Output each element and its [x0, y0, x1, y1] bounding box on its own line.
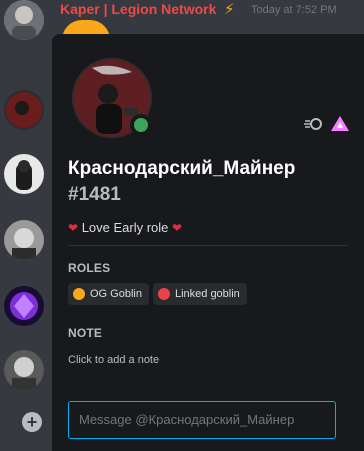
member-avatar[interactable]	[4, 90, 44, 130]
about-me-text: Love Early role	[81, 220, 169, 235]
role-color-dot	[157, 288, 170, 300]
hypesquad-badge-icon[interactable]	[330, 114, 350, 134]
plus-icon[interactable]: +	[22, 412, 42, 432]
message-timestamp: Today at 7:52 PM	[251, 4, 337, 16]
heart-icon: ❤	[172, 221, 183, 235]
profile-badges	[304, 114, 350, 134]
author-name[interactable]: Kaper | Legion Network	[60, 1, 216, 17]
online-status-indicator	[130, 114, 152, 136]
lightning-icon: ⚡	[224, 1, 235, 18]
profile-discriminator: #1481	[68, 184, 121, 205]
profile-username: Краснодарский_Майнер	[68, 158, 296, 179]
nitro-badge-icon[interactable]	[304, 114, 324, 134]
member-avatar[interactable]	[4, 350, 44, 390]
note-heading: NOTE	[68, 326, 103, 340]
author-avatar[interactable]	[4, 0, 44, 40]
section-divider	[68, 245, 348, 246]
member-avatar[interactable]	[4, 286, 44, 326]
role-name: Linked goblin	[174, 288, 240, 300]
role-name: OG Goblin	[90, 288, 142, 300]
roles-list: OG Goblin Linked goblin	[68, 283, 247, 305]
heart-icon: ❤	[68, 221, 79, 235]
role-pill[interactable]: Linked goblin	[152, 283, 247, 305]
direct-message-input[interactable]: Message @Краснодарский_Майнер	[68, 401, 336, 439]
role-pill[interactable]: OG Goblin	[68, 283, 149, 305]
member-avatar[interactable]	[4, 154, 44, 194]
user-profile-popout: Краснодарский_Майнер #1481 ❤ Love Early …	[52, 34, 364, 451]
roles-heading: ROLES	[68, 261, 111, 275]
role-color-dot	[73, 288, 85, 300]
member-avatar[interactable]	[4, 220, 44, 260]
note-field[interactable]: Click to add a note	[68, 354, 159, 366]
about-me: ❤ Love Early role ❤	[68, 220, 182, 235]
